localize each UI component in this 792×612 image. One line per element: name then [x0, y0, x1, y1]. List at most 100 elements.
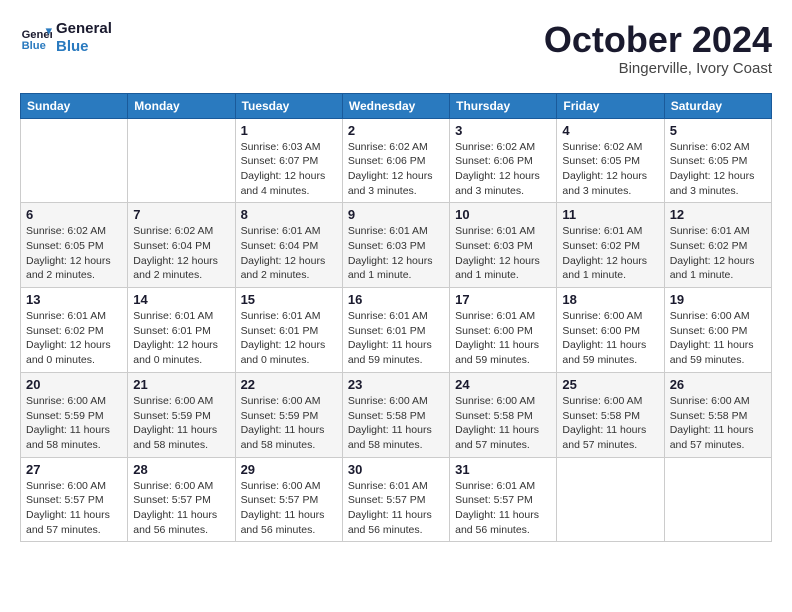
week-row-4: 20 Sunrise: 6:00 AM Sunset: 5:59 PM Dayli… — [21, 372, 772, 457]
logo-blue: Blue — [56, 38, 89, 55]
day-info: Sunrise: 6:01 AM Sunset: 6:01 PM Dayligh… — [348, 309, 444, 368]
calendar-cell: 4 Sunrise: 6:02 AM Sunset: 6:05 PM Daylig… — [557, 118, 664, 203]
day-number: 8 — [241, 207, 337, 222]
calendar-cell: 2 Sunrise: 6:02 AM Sunset: 6:06 PM Daylig… — [342, 118, 449, 203]
day-number: 12 — [670, 207, 766, 222]
calendar-cell: 25Sunrise: 6:00 AM Sunset: 5:58 PM Dayli… — [557, 372, 664, 457]
weekday-header-saturday: Saturday — [664, 93, 771, 118]
calendar-cell — [557, 457, 664, 542]
calendar-cell: 22Sunrise: 6:00 AM Sunset: 5:59 PM Dayli… — [235, 372, 342, 457]
day-info: Sunrise: 6:00 AM Sunset: 5:58 PM Dayligh… — [670, 394, 766, 453]
day-info: Sunrise: 6:00 AM Sunset: 5:57 PM Dayligh… — [133, 479, 229, 538]
weekday-header-sunday: Sunday — [21, 93, 128, 118]
day-info: Sunrise: 6:02 AM Sunset: 6:05 PM Dayligh… — [26, 224, 122, 283]
weekday-header-monday: Monday — [128, 93, 235, 118]
week-row-2: 6 Sunrise: 6:02 AM Sunset: 6:05 PM Daylig… — [21, 203, 772, 288]
calendar-cell: 1 Sunrise: 6:03 AM Sunset: 6:07 PM Daylig… — [235, 118, 342, 203]
title-area: October 2024 Bingerville, Ivory Coast — [544, 20, 772, 77]
day-number: 29 — [241, 462, 337, 477]
calendar-cell: 21 Sunrise: 6:00 AM Sunset: 5:59 PM Dayli… — [128, 372, 235, 457]
weekday-header-wednesday: Wednesday — [342, 93, 449, 118]
calendar-cell: 7 Sunrise: 6:02 AM Sunset: 6:04 PM Daylig… — [128, 203, 235, 288]
day-number: 28 — [133, 462, 229, 477]
calendar-cell: 28 Sunrise: 6:00 AM Sunset: 5:57 PM Dayli… — [128, 457, 235, 542]
day-number: 21 — [133, 377, 229, 392]
calendar-cell: 16 Sunrise: 6:01 AM Sunset: 6:01 PM Dayli… — [342, 288, 449, 373]
day-number: 26 — [670, 377, 766, 392]
day-info: Sunrise: 6:00 AM Sunset: 5:59 PM Dayligh… — [241, 394, 337, 453]
week-row-5: 27Sunrise: 6:00 AM Sunset: 5:57 PM Dayli… — [21, 457, 772, 542]
calendar-cell: 10Sunrise: 6:01 AM Sunset: 6:03 PM Dayli… — [450, 203, 557, 288]
day-number: 3 — [455, 123, 551, 138]
svg-text:Blue: Blue — [22, 40, 46, 52]
weekday-header-tuesday: Tuesday — [235, 93, 342, 118]
day-info: Sunrise: 6:00 AM Sunset: 5:59 PM Dayligh… — [26, 394, 122, 453]
calendar-cell: 24 Sunrise: 6:00 AM Sunset: 5:58 PM Dayli… — [450, 372, 557, 457]
day-info: Sunrise: 6:00 AM Sunset: 5:57 PM Dayligh… — [26, 479, 122, 538]
day-number: 24 — [455, 377, 551, 392]
day-number: 2 — [348, 123, 444, 138]
calendar-cell: 18 Sunrise: 6:00 AM Sunset: 6:00 PM Dayli… — [557, 288, 664, 373]
calendar-cell: 23Sunrise: 6:00 AM Sunset: 5:58 PM Dayli… — [342, 372, 449, 457]
day-number: 11 — [562, 207, 658, 222]
day-info: Sunrise: 6:00 AM Sunset: 6:00 PM Dayligh… — [562, 309, 658, 368]
calendar-cell: 31Sunrise: 6:01 AM Sunset: 5:57 PM Dayli… — [450, 457, 557, 542]
day-info: Sunrise: 6:02 AM Sunset: 6:05 PM Dayligh… — [670, 140, 766, 199]
weekday-header-row: SundayMondayTuesdayWednesdayThursdayFrid… — [21, 93, 772, 118]
calendar-cell: 20 Sunrise: 6:00 AM Sunset: 5:59 PM Dayli… — [21, 372, 128, 457]
day-info: Sunrise: 6:02 AM Sunset: 6:04 PM Dayligh… — [133, 224, 229, 283]
location-subtitle: Bingerville, Ivory Coast — [544, 60, 772, 77]
day-info: Sunrise: 6:02 AM Sunset: 6:05 PM Dayligh… — [562, 140, 658, 199]
calendar-cell: 30 Sunrise: 6:01 AM Sunset: 5:57 PM Dayli… — [342, 457, 449, 542]
day-number: 14 — [133, 292, 229, 307]
day-info: Sunrise: 6:00 AM Sunset: 5:57 PM Dayligh… — [241, 479, 337, 538]
day-info: Sunrise: 6:01 AM Sunset: 6:01 PM Dayligh… — [133, 309, 229, 368]
day-info: Sunrise: 6:01 AM Sunset: 5:57 PM Dayligh… — [455, 479, 551, 538]
week-row-3: 13Sunrise: 6:01 AM Sunset: 6:02 PM Dayli… — [21, 288, 772, 373]
day-number: 18 — [562, 292, 658, 307]
logo-general: General — [56, 20, 112, 37]
day-number: 30 — [348, 462, 444, 477]
calendar-cell: 6 Sunrise: 6:02 AM Sunset: 6:05 PM Daylig… — [21, 203, 128, 288]
day-info: Sunrise: 6:00 AM Sunset: 5:59 PM Dayligh… — [133, 394, 229, 453]
calendar-cell: 11 Sunrise: 6:01 AM Sunset: 6:02 PM Dayli… — [557, 203, 664, 288]
calendar-cell: 5 Sunrise: 6:02 AM Sunset: 6:05 PM Daylig… — [664, 118, 771, 203]
day-info: Sunrise: 6:01 AM Sunset: 6:02 PM Dayligh… — [562, 224, 658, 283]
day-number: 5 — [670, 123, 766, 138]
weekday-header-thursday: Thursday — [450, 93, 557, 118]
day-number: 7 — [133, 207, 229, 222]
day-number: 13 — [26, 292, 122, 307]
logo: General Blue General Blue — [20, 20, 112, 56]
day-info: Sunrise: 6:01 AM Sunset: 6:03 PM Dayligh… — [348, 224, 444, 283]
day-number: 1 — [241, 123, 337, 138]
weekday-header-friday: Friday — [557, 93, 664, 118]
day-number: 17 — [455, 292, 551, 307]
calendar-cell: 29 Sunrise: 6:00 AM Sunset: 5:57 PM Dayli… — [235, 457, 342, 542]
logo-icon: General Blue — [20, 22, 52, 54]
day-info: Sunrise: 6:01 AM Sunset: 6:02 PM Dayligh… — [670, 224, 766, 283]
calendar-cell: 8Sunrise: 6:01 AM Sunset: 6:04 PM Daylig… — [235, 203, 342, 288]
day-info: Sunrise: 6:02 AM Sunset: 6:06 PM Dayligh… — [455, 140, 551, 199]
day-number: 6 — [26, 207, 122, 222]
calendar-cell: 15Sunrise: 6:01 AM Sunset: 6:01 PM Dayli… — [235, 288, 342, 373]
day-number: 20 — [26, 377, 122, 392]
day-number: 4 — [562, 123, 658, 138]
day-info: Sunrise: 6:00 AM Sunset: 5:58 PM Dayligh… — [455, 394, 551, 453]
day-info: Sunrise: 6:00 AM Sunset: 5:58 PM Dayligh… — [348, 394, 444, 453]
day-number: 9 — [348, 207, 444, 222]
calendar-cell: 12 Sunrise: 6:01 AM Sunset: 6:02 PM Dayli… — [664, 203, 771, 288]
day-info: Sunrise: 6:02 AM Sunset: 6:06 PM Dayligh… — [348, 140, 444, 199]
day-info: Sunrise: 6:00 AM Sunset: 6:00 PM Dayligh… — [670, 309, 766, 368]
day-info: Sunrise: 6:01 AM Sunset: 6:03 PM Dayligh… — [455, 224, 551, 283]
day-info: Sunrise: 6:00 AM Sunset: 5:58 PM Dayligh… — [562, 394, 658, 453]
day-info: Sunrise: 6:01 AM Sunset: 6:01 PM Dayligh… — [241, 309, 337, 368]
month-title: October 2024 — [544, 20, 772, 60]
calendar-cell: 13Sunrise: 6:01 AM Sunset: 6:02 PM Dayli… — [21, 288, 128, 373]
calendar-cell — [664, 457, 771, 542]
calendar-cell: 26 Sunrise: 6:00 AM Sunset: 5:58 PM Dayli… — [664, 372, 771, 457]
day-info: Sunrise: 6:01 AM Sunset: 6:00 PM Dayligh… — [455, 309, 551, 368]
day-info: Sunrise: 6:03 AM Sunset: 6:07 PM Dayligh… — [241, 140, 337, 199]
day-number: 16 — [348, 292, 444, 307]
day-info: Sunrise: 6:01 AM Sunset: 5:57 PM Dayligh… — [348, 479, 444, 538]
calendar-cell: 19Sunrise: 6:00 AM Sunset: 6:00 PM Dayli… — [664, 288, 771, 373]
